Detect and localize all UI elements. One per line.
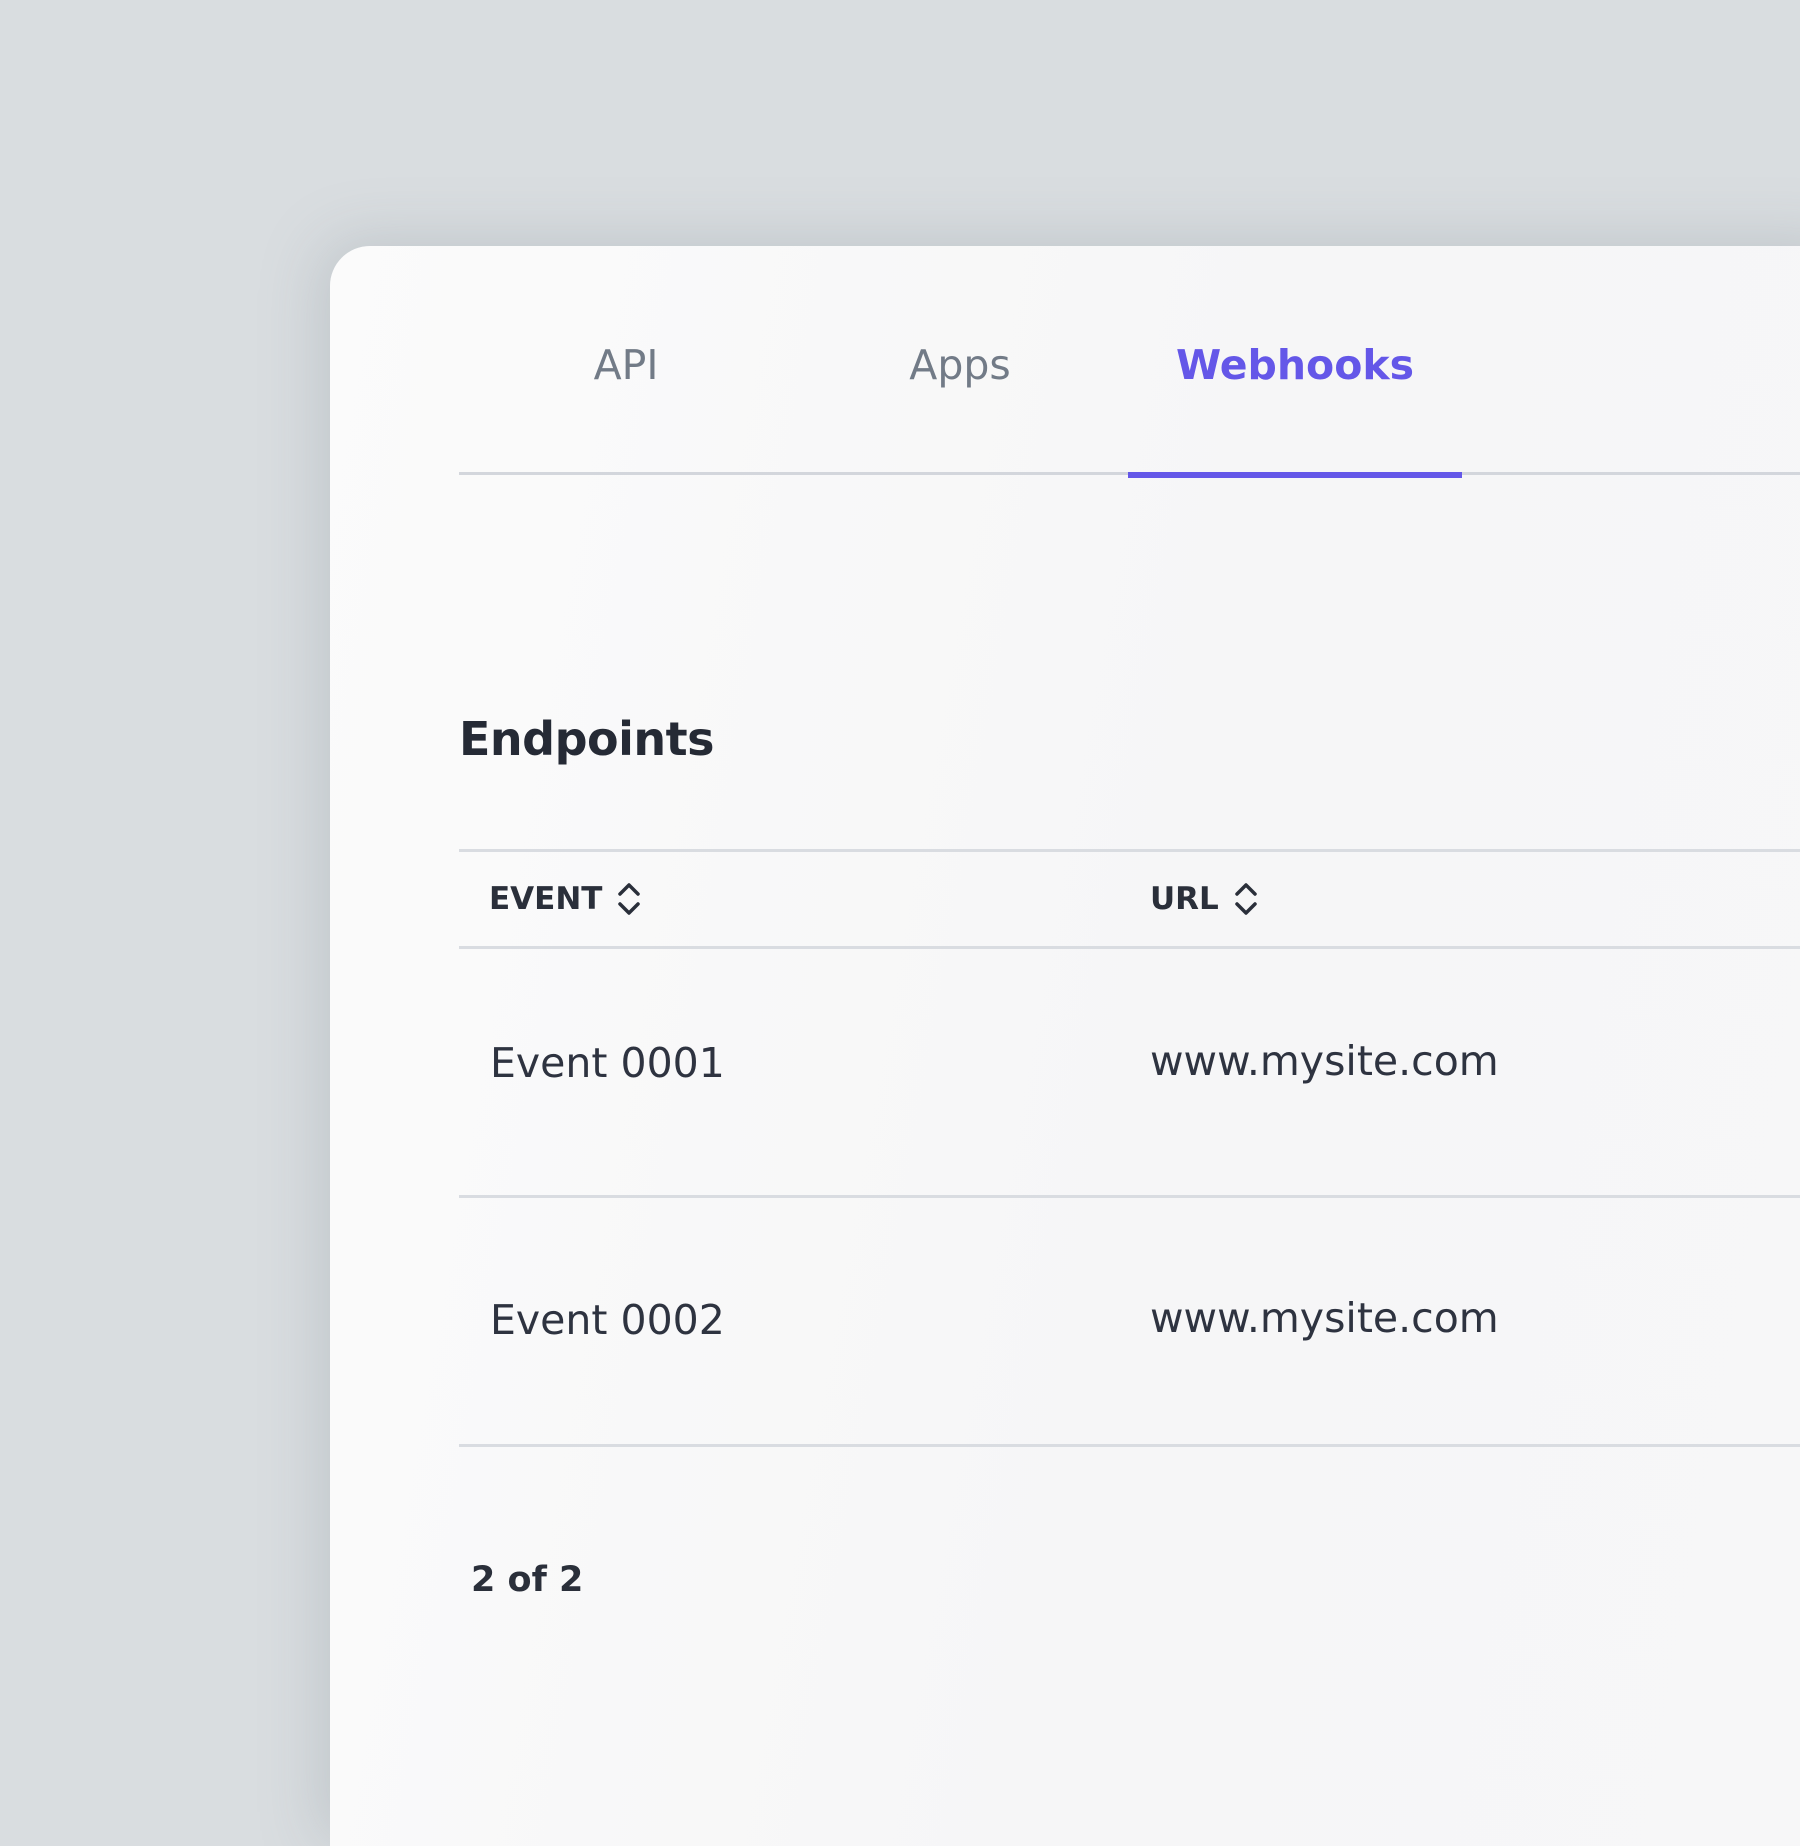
column-header-event[interactable]: EVENT	[489, 852, 642, 946]
pagination-status: 2 of 2	[471, 1560, 584, 1600]
tab-webhooks-label: Webhooks	[1175, 340, 1415, 389]
tab-api[interactable]: API	[459, 246, 793, 475]
table-header: EVENT URL	[459, 849, 1800, 949]
tab-webhooks[interactable]: Webhooks	[1128, 246, 1462, 478]
tab-bar: API Apps Webhooks	[459, 246, 1800, 478]
tab-apps-label: Apps	[909, 340, 1011, 389]
table-row[interactable]: Event 0001 www.mysite.com	[459, 949, 1800, 1198]
column-header-url[interactable]: URL	[1150, 852, 1259, 946]
url-cell: www.mysite.com	[1150, 1037, 1499, 1085]
column-header-event-label: EVENT	[489, 881, 603, 917]
tab-api-label: API	[593, 340, 659, 389]
webhooks-panel: API Apps Webhooks Endpoints EVENT URL Ev…	[330, 246, 1800, 1846]
table-row[interactable]: Event 0002 www.mysite.com	[459, 1198, 1800, 1447]
event-cell: Event 0001	[490, 1039, 725, 1087]
section-title: Endpoints	[459, 712, 715, 766]
url-cell: www.mysite.com	[1150, 1294, 1499, 1342]
tab-apps[interactable]: Apps	[793, 246, 1127, 475]
column-header-url-label: URL	[1150, 881, 1219, 917]
endpoints-table: EVENT URL Event 0001 www.mysite.com Even…	[459, 849, 1800, 1447]
event-cell: Event 0002	[490, 1296, 725, 1344]
sort-icon[interactable]	[616, 879, 642, 919]
sort-icon[interactable]	[1233, 879, 1259, 919]
